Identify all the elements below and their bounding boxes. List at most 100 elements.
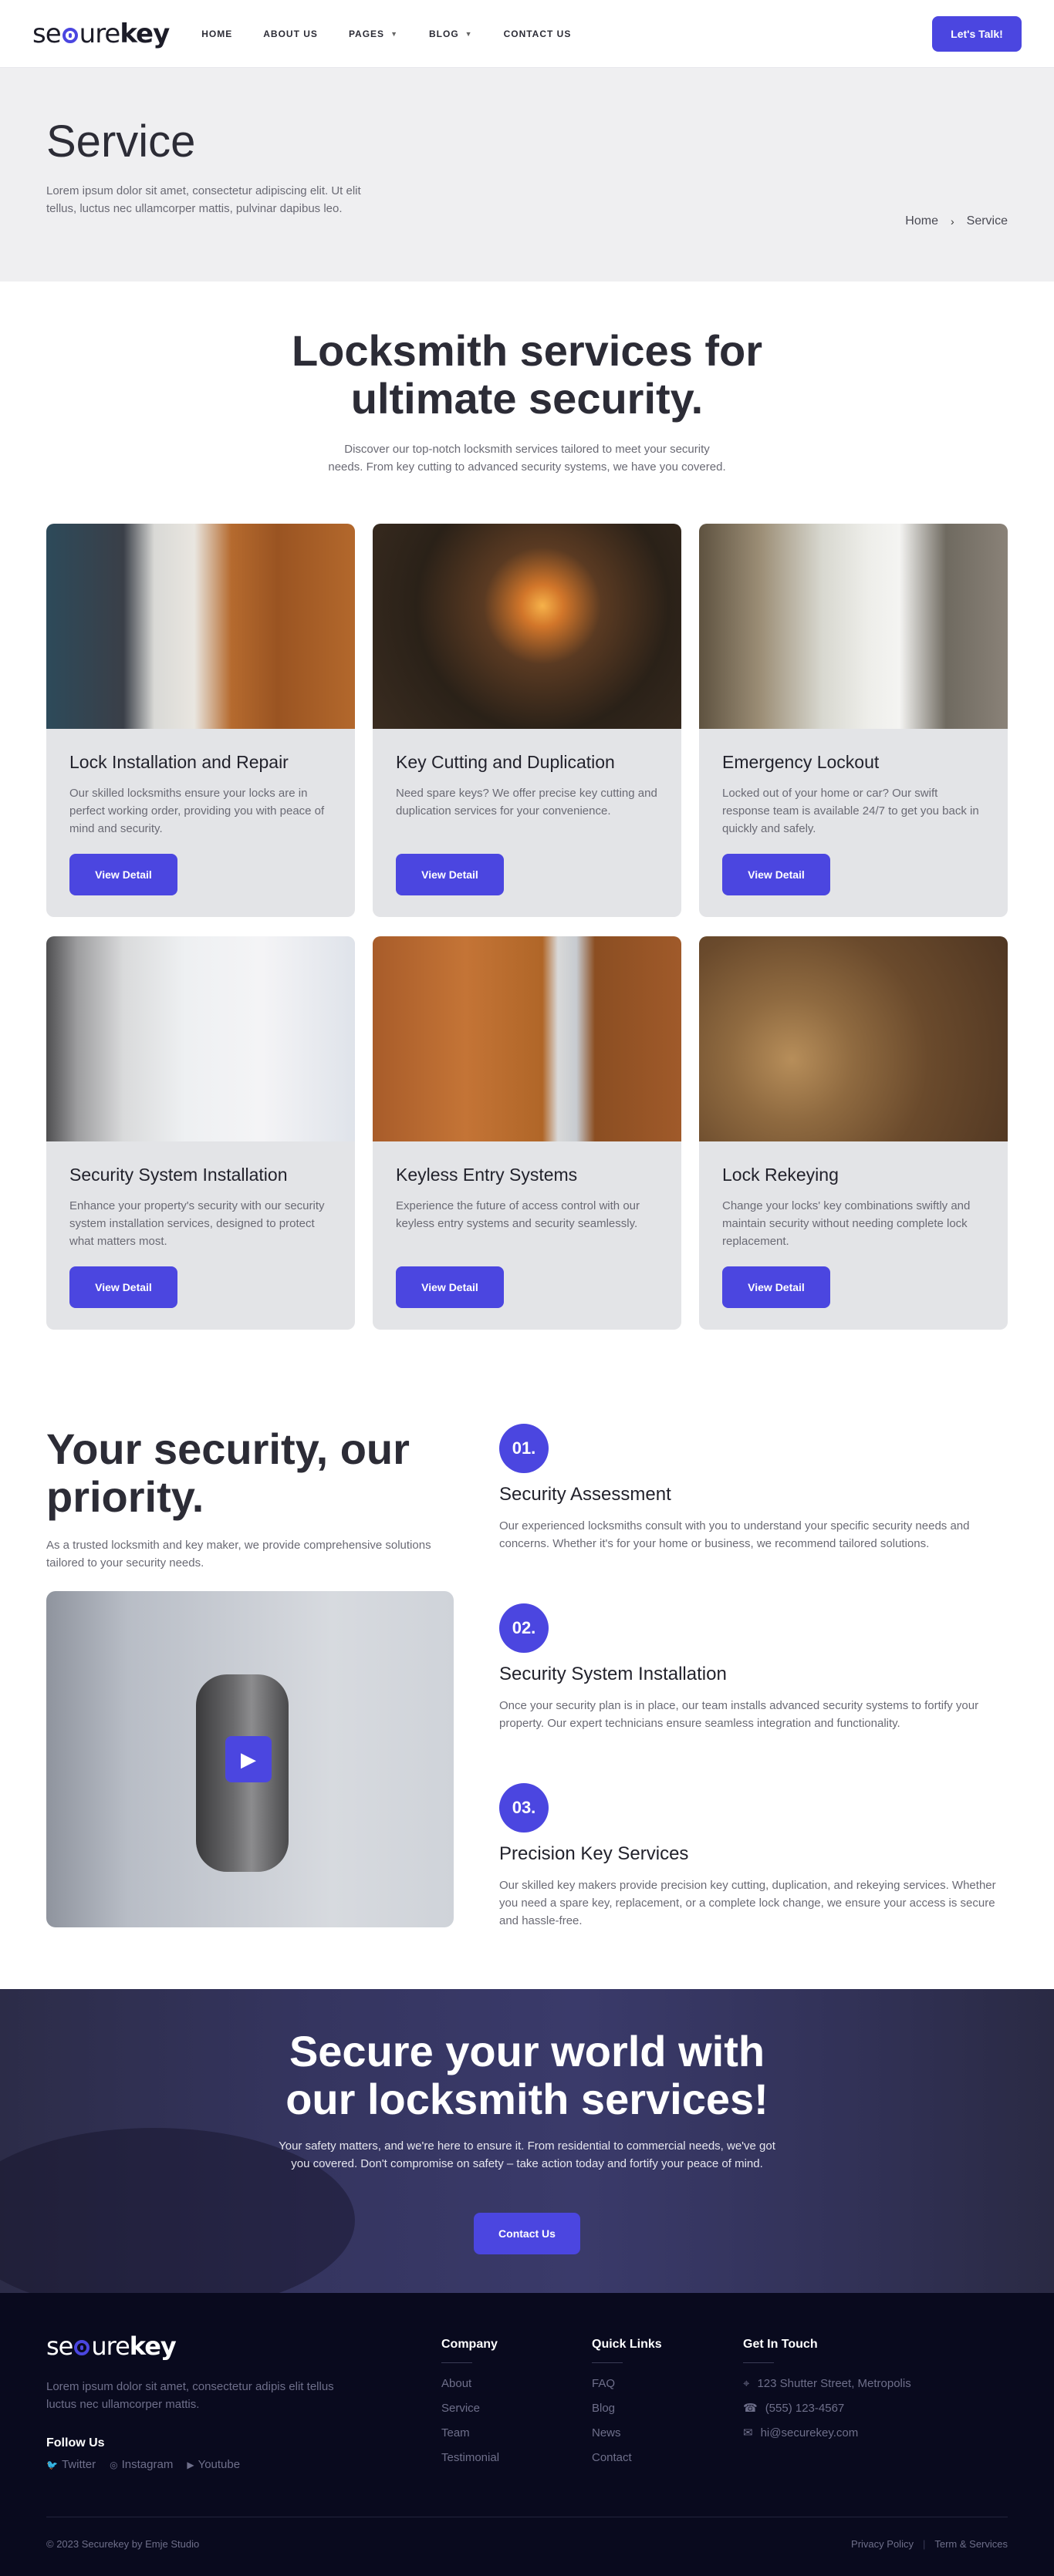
service-title: Lock Rekeying (722, 1165, 839, 1185)
lock-icon (62, 27, 78, 43)
chevron-down-icon: ▼ (390, 29, 398, 38)
step-number: 01. (499, 1424, 549, 1473)
privacy-policy-link[interactable]: Privacy Policy (851, 2538, 914, 2550)
phone-text: (555) 123-4567 (765, 2402, 845, 2415)
service-image (46, 936, 355, 1141)
social-label: Twitter (61, 2458, 96, 2471)
footer-link[interactable]: FAQ (592, 2375, 662, 2392)
step-title: Security Assessment (499, 1484, 671, 1505)
service-title: Security System Installation (69, 1165, 288, 1185)
service-image (699, 936, 1008, 1141)
divider (592, 2362, 623, 2363)
nav-label: PAGES (348, 28, 385, 39)
service-desc: Need spare keys? We offer precise key cu… (396, 787, 657, 818)
footer-link[interactable]: Blog (592, 2400, 662, 2416)
footer-link[interactable]: Service (441, 2400, 499, 2416)
divider (441, 2362, 472, 2363)
services-subtitle-line-1: Discover our top-notch locksmith service… (344, 443, 710, 456)
breadcrumb-current: Service (966, 214, 1008, 228)
step-number: 02. (499, 1603, 549, 1653)
page-hero: Service Lorem ipsum dolor sit amet, cons… (0, 68, 1054, 282)
nav-contact[interactable]: CONTACT US (504, 29, 572, 39)
footer-link[interactable]: Testimonial (441, 2450, 499, 2466)
youtube-icon: ▶ (187, 2460, 194, 2470)
service-card: Lock Rekeying Change your locks' key com… (699, 936, 1008, 1330)
address-text: 123 Shutter Street, Metropolis (757, 2377, 911, 2390)
service-title: Emergency Lockout (722, 752, 880, 772)
social-label: Youtube (198, 2458, 241, 2471)
social-twitter[interactable]: 🐦 Twitter (46, 2458, 96, 2471)
view-detail-button[interactable]: View Detail (69, 1266, 177, 1308)
phone-icon: ☎ (743, 2402, 758, 2415)
step-desc: Our experienced locksmiths consult with … (499, 1519, 970, 1550)
logo-part-3: key (129, 2332, 177, 2361)
cta-banner: Secure your world with our locksmith ser… (0, 1989, 1054, 2293)
chevron-down-icon: ▼ (465, 29, 473, 38)
view-detail-button[interactable]: View Detail (69, 854, 177, 895)
logo-part-3: key (120, 18, 170, 49)
service-title: Keyless Entry Systems (396, 1165, 578, 1185)
service-card: Emergency Lockout Locked out of your hom… (699, 524, 1008, 917)
chevron-right-icon: › (950, 215, 954, 228)
logo-part-1: se (32, 18, 62, 49)
service-image (373, 524, 681, 729)
service-card: Security System Installation Enhance you… (46, 936, 355, 1330)
view-detail-button[interactable]: View Detail (396, 1266, 504, 1308)
view-detail-button[interactable]: View Detail (396, 854, 504, 895)
social-links: 🐦 Twitter ◎ Instagram ▶ Youtube (46, 2458, 240, 2471)
nav-about[interactable]: ABOUT US (263, 29, 318, 39)
nav-blog[interactable]: BLOG ▼ (429, 29, 473, 39)
view-detail-button[interactable]: View Detail (722, 854, 830, 895)
service-title: Lock Installation and Repair (69, 752, 289, 772)
footer-email[interactable]: ✉ hi@securekey.com (743, 2425, 911, 2441)
nav-home[interactable]: HOME (201, 29, 232, 39)
separator: | (922, 2538, 926, 2550)
nav-label: CONTACT US (503, 28, 572, 39)
service-desc: Our skilled locksmiths ensure your locks… (69, 787, 325, 835)
email-text: hi@securekey.com (760, 2426, 859, 2439)
page-description: Lorem ipsum dolor sit amet, consectetur … (46, 184, 361, 215)
breadcrumb: Home › Service (905, 214, 1008, 228)
cta-title-line-2: our locksmith services! (285, 2075, 769, 2123)
footer-logo[interactable]: se ure key (46, 2332, 177, 2361)
footer-link[interactable]: About (441, 2375, 499, 2392)
footer-company-column: Company About Service Team Testimonial (441, 2338, 499, 2474)
footer-link[interactable]: Team (441, 2425, 499, 2441)
divider (743, 2362, 774, 2363)
footer-link[interactable]: Contact (592, 2450, 662, 2466)
service-image (373, 936, 681, 1141)
view-detail-button[interactable]: View Detail (722, 1266, 830, 1308)
nav-label: ABOUT US (263, 28, 318, 39)
services-title-line-2: ultimate security. (350, 374, 704, 423)
footer-heading: Get In Touch (743, 2338, 818, 2351)
footer-phone[interactable]: ☎ (555) 123-4567 (743, 2400, 911, 2416)
logo-part-2: ure (91, 2332, 130, 2361)
site-footer: se ure key Lorem ipsum dolor sit amet, c… (0, 2293, 1054, 2576)
social-instagram[interactable]: ◎ Instagram (110, 2458, 173, 2471)
lock-icon (74, 2340, 90, 2355)
contact-us-button[interactable]: Contact Us (474, 2213, 580, 2254)
play-icon[interactable]: ▶ (225, 1736, 272, 1782)
footer-quick-links-column: Quick Links FAQ Blog News Contact (592, 2338, 662, 2474)
step-title: Security System Installation (499, 1664, 727, 1684)
nav-label: HOME (201, 28, 233, 39)
service-image (699, 524, 1008, 729)
footer-link[interactable]: News (592, 2425, 662, 2441)
social-youtube[interactable]: ▶ Youtube (187, 2458, 240, 2471)
mail-icon: ✉ (743, 2426, 753, 2439)
site-header: se ure key HOME ABOUT US PAGES ▼ BLOG ▼ CO… (0, 0, 1054, 68)
video-thumbnail[interactable]: ▶ (46, 1591, 454, 1927)
logo-part-2: ure (79, 18, 121, 49)
footer-description: Lorem ipsum dolor sit amet, consectetur … (46, 2380, 334, 2411)
services-subtitle: Discover our top-notch locksmith service… (0, 440, 1054, 476)
footer-heading: Company (441, 2338, 498, 2351)
lets-talk-button[interactable]: Let's Talk! (932, 15, 1022, 52)
terms-link[interactable]: Term & Services (934, 2538, 1008, 2550)
services-title: Locksmith services for ultimate security… (0, 327, 1054, 423)
service-desc: Change your locks' key combinations swif… (722, 1199, 971, 1248)
nav-pages[interactable]: PAGES ▼ (349, 29, 398, 39)
twitter-icon: 🐦 (46, 2460, 58, 2470)
breadcrumb-home[interactable]: Home (905, 214, 938, 228)
service-image (46, 524, 355, 729)
logo[interactable]: se ure key (32, 18, 170, 49)
